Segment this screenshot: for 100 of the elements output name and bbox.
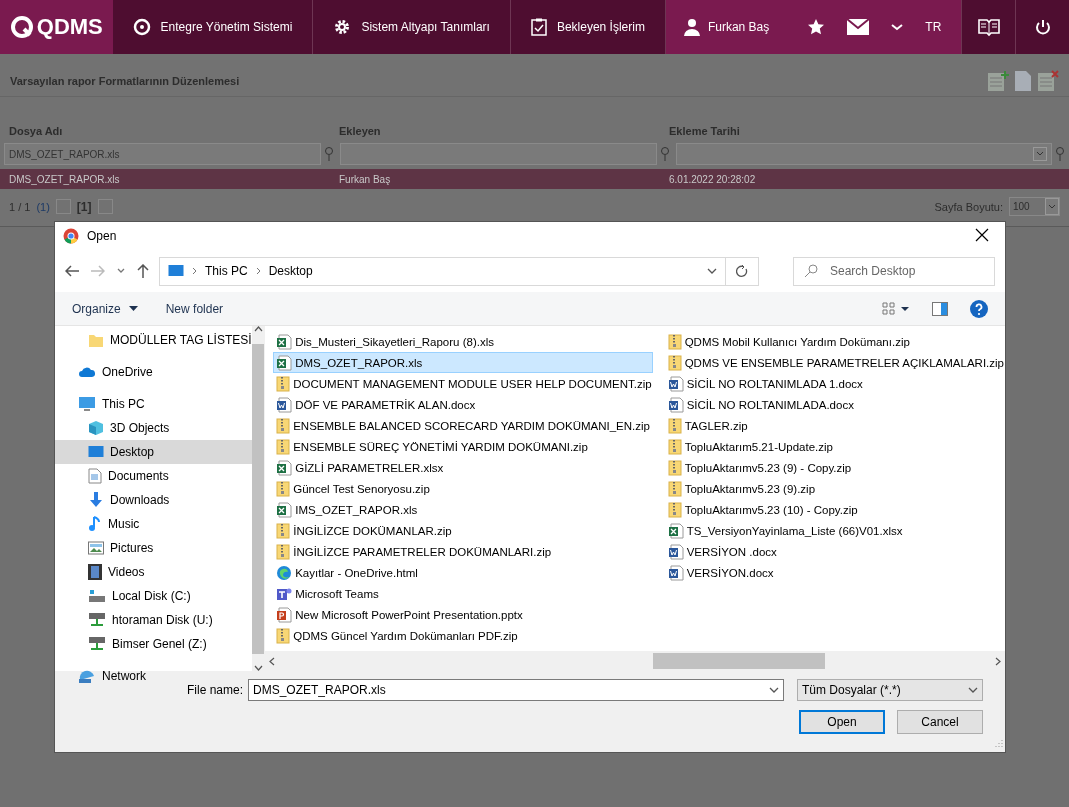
filter-pin-icon (1055, 147, 1065, 161)
file-item[interactable]: New Microsoft PowerPoint Presentation.pptx (273, 604, 653, 625)
user-icon (683, 18, 700, 36)
file-item[interactable]: TAGLER.zip (664, 415, 1005, 436)
zip-folder-icon (667, 333, 682, 350)
page-size-label: Sayfa Boyutu: (934, 200, 1003, 213)
circle-q-icon (132, 18, 151, 36)
nav-item[interactable]: This PC (55, 392, 252, 416)
nav-item[interactable]: htoraman Disk (U:) (55, 608, 252, 632)
file-item[interactable]: TopluAktarımv5.23 (10) - Copy.zip (664, 499, 1005, 520)
nav-item[interactable]: 3D Objects (55, 416, 252, 440)
word-document-icon (667, 564, 684, 581)
file-item[interactable]: QDMS Mobil Kullanıcı Yardım Dokümanı.zip (664, 331, 1005, 352)
table-row[interactable]: DMS_OZET_RAPOR.xls Furkan Baş 6.01.2022 20:28:02 (0, 169, 1069, 189)
zip-folder-icon (276, 480, 291, 497)
mail-icon (847, 19, 870, 35)
file-item[interactable]: Kayıtlar - OneDrive.html (273, 562, 653, 583)
file-item[interactable]: DOCUMENT MANAGEMENT MODULE USER HELP DOCUMENT.zip (273, 373, 653, 394)
nav-item[interactable]: Local Disk (C:) (55, 584, 252, 608)
file-item[interactable]: DMS_OZET_RAPOR.xls (273, 352, 653, 373)
user-name[interactable]: Furkan Baş (707, 20, 770, 34)
file-item[interactable]: GİZLİ PARAMETRELER.xlsx (273, 457, 653, 478)
nav-item[interactable]: Videos (55, 560, 252, 584)
scroll-up-icon (254, 326, 263, 332)
file-item[interactable]: IMS_OZET_RAPOR.xls (273, 499, 653, 520)
logo[interactable]: QDMS (0, 0, 113, 54)
breadcrumb-item[interactable]: Desktop (268, 264, 313, 278)
delete-sheet-icon (1037, 70, 1059, 92)
toolbar-button[interactable]: Organize (72, 301, 138, 316)
scrollbar-thumb[interactable] (653, 653, 825, 669)
file-item[interactable]: Dis_Musteri_Sikayetleri_Raporu (8).xls (273, 331, 653, 352)
folder-icon (88, 332, 104, 348)
clipboard-icon (530, 18, 547, 36)
word-document-icon (667, 543, 684, 560)
spreadsheet-icon (667, 522, 684, 539)
cancel-button[interactable]: Cancel (897, 710, 983, 734)
scroll-down-icon (254, 665, 263, 671)
computer-icon (78, 396, 96, 412)
nav-item[interactable]: Pictures (55, 536, 252, 560)
document-icon (88, 468, 102, 484)
breadcrumb-item[interactable]: This PC (205, 264, 248, 278)
chevron-down-icon (117, 268, 125, 274)
file-item[interactable]: TopluAktarım5.21-Update.zip (664, 436, 1005, 457)
file-item[interactable]: SİCİL NO ROLTANIMLADA.docx (664, 394, 1005, 415)
filter-field[interactable] (676, 143, 1052, 165)
help-icon (970, 299, 988, 318)
nav-item[interactable]: Downloads (55, 488, 252, 512)
cloud-icon (78, 365, 96, 379)
file-item[interactable]: Microsoft Teams (273, 583, 653, 604)
forward-arrow-icon (91, 265, 105, 277)
file-item[interactable]: VERSİYON .docx (664, 541, 1005, 562)
nav-item[interactable]: Desktop (55, 440, 252, 464)
scrollbar-thumb[interactable] (252, 343, 265, 654)
browser-logo-icon (63, 228, 79, 244)
table-cell-text: 6.01.2022 20:28:02 (668, 173, 757, 185)
open-button[interactable]: Open (799, 710, 885, 734)
file-item[interactable]: ENSEMBLE BALANCED SCORECARD YARDIM DOKÜMANI_EN.zip (273, 415, 653, 436)
language-selector[interactable]: TR (925, 20, 942, 34)
view-options-icon (882, 301, 910, 316)
zip-folder-icon (667, 417, 682, 434)
scroll-right-icon (995, 656, 1001, 666)
nav-item[interactable]: OneDrive (55, 360, 252, 384)
file-item[interactable]: İNGİLİZCE DOKÜMANLAR.zip (273, 520, 653, 541)
chevron-right-icon (192, 267, 197, 275)
search-field[interactable]: Search Desktop (793, 256, 995, 286)
file-item[interactable]: İNGİLİZCE PARAMETRELER DOKÜMANLARI.zip (273, 541, 653, 562)
desktop-icon (88, 445, 104, 459)
toolbar-button[interactable]: New folder (165, 301, 224, 316)
nav-item[interactable]: Bimser Genel (Z:) (55, 632, 252, 656)
pictures-icon (88, 541, 104, 555)
file-item[interactable]: Güncel Test Senoryosu.zip (273, 478, 653, 499)
table-cell-text: DMS_OZET_RAPOR.xls (8, 173, 121, 185)
filter-pin-icon (324, 147, 334, 161)
table-cell-text: Furkan Baş (338, 173, 392, 185)
nav-item[interactable]: Music (55, 512, 252, 536)
file-name-field[interactable]: DMS_OZET_RAPOR.xls (248, 679, 784, 701)
zip-folder-icon (667, 480, 682, 497)
file-item[interactable]: TS_VersiyonYayinlama_Liste (66)V01.xlsx (664, 520, 1005, 541)
network-icon (78, 668, 96, 684)
nav-item[interactable]: Documents (55, 464, 252, 488)
file-item[interactable]: ENSEMBLE SÜREÇ YÖNETİMİ YARDIM DOKÜMANI.zip (273, 436, 653, 457)
file-item[interactable]: TopluAktarımv5.23 (9).zip (664, 478, 1005, 499)
file-type-select[interactable]: Tüm Dosyalar (*.*) (797, 679, 983, 701)
dialog-title: Open (87, 229, 118, 243)
nav-item[interactable]: MODÜLLER TAG LİSTESİ (55, 328, 252, 352)
filter-field[interactable] (340, 143, 657, 165)
zip-folder-icon (667, 459, 682, 476)
file-item[interactable]: SİCİL NO ROLTANIMLADA 1.docx (664, 373, 1005, 394)
file-item[interactable]: DÖF VE PARAMETRİK ALAN.docx (273, 394, 653, 415)
file-item[interactable]: QDMS VE ENSEMBLE PARAMETRELER AÇIKLAMALARI.zip (664, 352, 1005, 373)
file-item[interactable]: TopluAktarımv5.23 (9) - Copy.zip (664, 457, 1005, 478)
word-document-icon (667, 396, 684, 413)
address-bar[interactable]: This PC Desktop (159, 256, 759, 286)
dropdown-triangle-icon (128, 306, 138, 311)
up-arrow-icon (137, 264, 149, 278)
zip-folder-icon (276, 543, 291, 560)
open-book-icon (977, 17, 1000, 37)
file-item[interactable]: VERSİYON.docx (664, 562, 1005, 583)
file-item[interactable]: QDMS Güncel Yardım Dokümanları PDF.zip (273, 625, 653, 646)
network-drive-icon (88, 612, 106, 628)
